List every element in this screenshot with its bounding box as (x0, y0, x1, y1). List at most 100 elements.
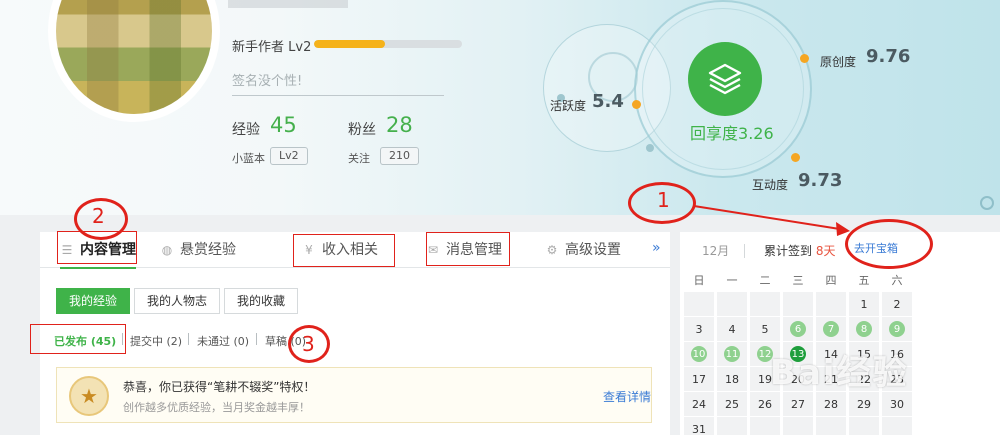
calendar-day[interactable]: 10 (684, 342, 714, 366)
trophy-icon: ★ (69, 376, 109, 416)
profile-banner: 新手作者 Lv2 签名没个性! 经验 45 粉丝 28 小蓝本 Lv2 关注 2… (0, 0, 1000, 215)
subtab-my-favorites[interactable]: 我的收藏 (224, 288, 299, 314)
ring-dot (646, 144, 654, 152)
annotation-number-3: 3 (302, 332, 315, 356)
filter-submitting[interactable]: 提交中 (2) (130, 333, 182, 349)
calendar-day[interactable]: 1 (849, 292, 879, 316)
annotation-box-content (57, 231, 137, 264)
tab-label: 悬赏经验 (180, 242, 236, 258)
divider (188, 333, 189, 345)
calendar-empty-cell (717, 417, 747, 435)
calendar-day[interactable]: 18 (717, 367, 747, 391)
badge-level-chip: Lv2 (270, 147, 308, 165)
calendar-day[interactable]: 24 (684, 392, 714, 416)
annotation-box-income (293, 234, 395, 267)
coin-icon: ◍ (161, 243, 173, 257)
weekday-header: 五 (858, 274, 870, 287)
signed-day-marker: 7 (823, 321, 839, 337)
exp-value: 45 (270, 113, 297, 137)
calendar-empty-cell (882, 417, 912, 435)
original-label: 原创度 (820, 55, 857, 69)
interaction-dot (791, 153, 800, 162)
calendar-day[interactable]: 26 (750, 392, 780, 416)
calendar-day[interactable]: 31 (684, 417, 714, 435)
calendar-day[interactable]: 17 (684, 367, 714, 391)
search-icon[interactable] (980, 196, 994, 210)
streak-value: 8天 (815, 244, 836, 258)
calendar-empty-cell (816, 417, 846, 435)
tab-label: 高级设置 (565, 242, 621, 258)
calendar-day[interactable]: 3 (684, 317, 714, 341)
share-score: 回享度3.26 (690, 120, 774, 144)
level-label: 新手作者 Lv2 (232, 40, 312, 55)
calendar-day[interactable]: 6 (783, 317, 813, 341)
filter-rejected[interactable]: 未通过 (0) (197, 333, 249, 349)
calendar-day[interactable]: 8 (849, 317, 879, 341)
annotation-number-1: 1 (657, 188, 670, 212)
signed-day-marker: 11 (724, 346, 740, 362)
original-value: 9.76 (866, 46, 911, 67)
interaction-value: 9.73 (798, 170, 843, 191)
calendar-day[interactable]: 28 (816, 392, 846, 416)
subtab-my-profiles[interactable]: 我的人物志 (134, 288, 221, 314)
signed-day-marker: 10 (691, 346, 707, 362)
share-label: 回享度 (690, 124, 739, 143)
calendar-empty-cell (783, 292, 813, 316)
exp-label: 经验 (232, 122, 260, 138)
activity-label: 活跃度 (550, 99, 587, 113)
calendar-empty-cell (783, 417, 813, 435)
signed-day-marker: 8 (856, 321, 872, 337)
signature-field[interactable]: 签名没个性! (232, 70, 444, 96)
baidu-watermark: Bai经验 (770, 353, 909, 393)
checkin-streak: 累计签到 8天 (764, 242, 835, 259)
annotation-number-2: 2 (92, 204, 105, 228)
calendar-day[interactable]: 27 (783, 392, 813, 416)
divider (744, 244, 745, 258)
subtab-my-experience[interactable]: 我的经验 (56, 288, 131, 314)
level-progress-bar (314, 40, 462, 48)
calendar-empty-cell (684, 292, 714, 316)
calendar-day[interactable]: 4 (717, 317, 747, 341)
avatar-image (56, 0, 212, 114)
level-progress-fill (314, 40, 386, 48)
calendar-day[interactable]: 7 (816, 317, 846, 341)
weekday-header: 四 (825, 274, 837, 287)
avatar[interactable] (48, 0, 220, 122)
view-details-link[interactable]: 查看详情 (603, 388, 651, 405)
signed-day-marker: 9 (889, 321, 905, 337)
notice-subtitle: 创作越多优质经验，当月奖金越丰厚！ (123, 401, 310, 414)
weekday-header: 二 (759, 274, 771, 287)
calendar-day[interactable]: 30 (882, 392, 912, 416)
badge-label: 小蓝本 (232, 152, 265, 165)
calendar-day[interactable]: 9 (882, 317, 912, 341)
activity-value: 5.4 (592, 91, 624, 112)
weekday-header: 三 (792, 274, 804, 287)
follow-count-chip[interactable]: 210 (380, 147, 419, 165)
tabs-more-button[interactable]: » (652, 240, 661, 256)
divider (256, 333, 257, 345)
share-value: 3.26 (738, 124, 774, 143)
annotation-box-published (30, 324, 126, 354)
calendar-day[interactable]: 11 (717, 342, 747, 366)
fans-value[interactable]: 28 (386, 113, 413, 137)
annotation-box-messages (426, 232, 510, 266)
streak-prefix: 累计签到 (764, 244, 813, 258)
interaction-label: 互动度 (752, 178, 789, 192)
weekday-header: 日 (693, 274, 705, 287)
calendar-empty-cell (849, 417, 879, 435)
calendar-day[interactable]: 25 (717, 392, 747, 416)
fans-label: 粉丝 (348, 122, 376, 138)
annotation-arrow (693, 205, 850, 236)
notice-title: 恭喜，你已获得“笔耕不辍奖”特权！ (123, 380, 316, 394)
tab-settings[interactable]: ⚙ 高级设置 (545, 232, 621, 268)
calendar-day[interactable]: 2 (882, 292, 912, 316)
username-blurred (228, 0, 348, 8)
layers-icon (688, 42, 762, 116)
calendar-day[interactable]: 29 (849, 392, 879, 416)
award-notice: ★ 恭喜，你已获得“笔耕不辍奖”特权！ 创作越多优质经验，当月奖金越丰厚！ 查看… (56, 367, 652, 423)
calendar-empty-cell (816, 292, 846, 316)
calendar-day[interactable]: 5 (750, 317, 780, 341)
calendar-empty-cell (750, 292, 780, 316)
annotation-circle-treasure (845, 219, 933, 269)
tab-bounty[interactable]: ◍ 悬赏经验 (160, 232, 236, 268)
